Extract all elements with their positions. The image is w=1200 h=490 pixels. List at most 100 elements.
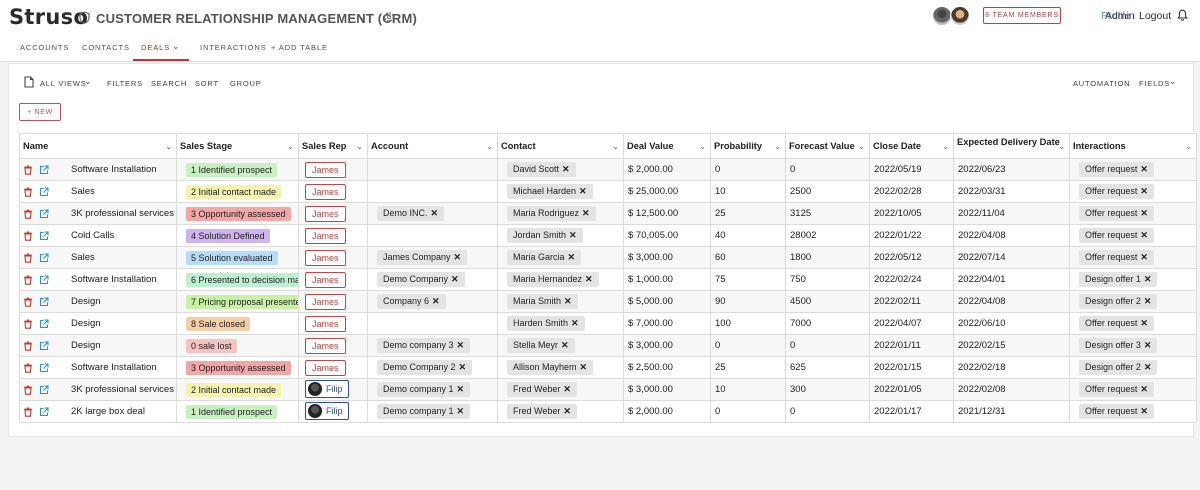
tab-interactions[interactable]: INTERACTIONS [200,43,267,52]
add-table-button[interactable]: + ADD TABLE [271,43,328,52]
sales-rep-badge[interactable]: James [305,359,346,376]
cell-interactions[interactable]: Offer request ✕ [1069,246,1197,269]
cell-contact[interactable]: Maria Hernandez ✕ [497,268,624,291]
chevron-down-icon[interactable]: ⌄ [287,142,294,151]
column-header-forecast-value[interactable]: Forecast Value ⌄ [785,133,870,159]
logout-link[interactable]: Logout [1139,10,1171,22]
remove-icon[interactable]: ✕ [1140,384,1148,394]
cell-forecast-value[interactable]: 7000 [785,312,870,335]
cell-account[interactable] [367,224,498,247]
cell-sales-stage[interactable]: 8 Sale closed [176,312,299,335]
interaction-chip[interactable]: Offer request ✕ [1079,228,1154,243]
cell-forecast-value[interactable]: 625 [785,356,870,379]
cell-account[interactable]: Company 6 ✕ [367,290,498,313]
cell-deal-value[interactable]: $ 3,000.00 [623,246,711,269]
remove-icon[interactable]: ✕ [1140,164,1148,174]
cell-account[interactable]: Demo company 1 ✕ [367,400,498,423]
open-record-icon[interactable] [39,340,49,351]
cell-expected-delivery-date[interactable]: 2022/02/08 [953,378,1070,401]
cell-probability[interactable]: 0 [710,158,786,181]
cell-close-date[interactable]: 2022/02/11 [869,290,954,313]
cell-name[interactable]: 2K large box deal [19,400,177,423]
remove-icon[interactable]: ✕ [563,384,571,394]
interaction-chip[interactable]: Offer request ✕ [1079,404,1154,419]
cell-sales-stage[interactable]: 5 Solution evaluated [176,246,299,269]
cell-expected-delivery-date[interactable]: 2022/04/01 [953,268,1070,291]
cell-interactions[interactable]: Design offer 2 ✕ [1069,356,1197,379]
cell-name[interactable]: Software Installation [19,356,177,379]
cell-sales-rep[interactable]: James [298,290,368,313]
remove-icon[interactable]: ✕ [457,384,465,394]
cell-deal-value[interactable]: $ 25,000.00 [623,180,711,203]
column-header-probability[interactable]: Probability ⌄ [710,133,786,159]
cell-deal-value[interactable]: $ 1,000.00 [623,268,711,291]
column-header-account[interactable]: Account ⌄ [367,133,498,159]
chevron-down-icon[interactable]: ⌄ [858,142,865,151]
remove-icon[interactable]: ✕ [1144,362,1152,372]
cell-sales-rep[interactable]: James [298,268,368,291]
account-chip[interactable]: Demo INC. ✕ [377,206,445,221]
cell-account[interactable]: James Company ✕ [367,246,498,269]
cell-contact[interactable]: Maria Rodriguez ✕ [497,202,624,225]
account-chip[interactable]: Company 6 ✕ [377,294,446,309]
cell-contact[interactable]: Fred Weber ✕ [497,378,624,401]
cell-contact[interactable]: Fred Weber ✕ [497,400,624,423]
cell-interactions[interactable]: Offer request ✕ [1069,158,1197,181]
cell-close-date[interactable]: 2022/02/28 [869,180,954,203]
remove-icon[interactable]: ✕ [1140,252,1148,262]
cell-contact[interactable]: David Scott ✕ [497,158,624,181]
open-record-icon[interactable] [39,406,49,417]
cell-sales-rep[interactable]: James [298,180,368,203]
table-row[interactable]: Cold Calls 4 Solution Defined James Jordan … [19,224,1197,247]
cell-sales-rep[interactable]: James [298,224,368,247]
cell-expected-delivery-date[interactable]: 2022/06/23 [953,158,1070,181]
open-record-icon[interactable] [39,384,49,395]
cell-sales-stage[interactable]: 2 Initial contact made [176,378,299,401]
cell-close-date[interactable]: 2022/01/17 [869,400,954,423]
table-row[interactable]: Design 7 Pricing proposal presented James C… [19,290,1197,313]
open-record-icon[interactable] [39,318,49,329]
account-chip[interactable]: Demo company 1 ✕ [377,404,471,419]
chevron-down-icon[interactable]: ⌄ [942,142,949,151]
cell-interactions[interactable]: Offer request ✕ [1069,180,1197,203]
trash-icon[interactable] [23,384,33,395]
open-record-icon[interactable] [39,274,49,285]
remove-icon[interactable]: ✕ [569,230,577,240]
remove-icon[interactable]: ✕ [1140,186,1148,196]
cell-sales-rep[interactable]: James [298,158,368,181]
admin-link[interactable]: Admin [1105,10,1135,22]
chevron-down-icon[interactable]: ⌄ [359,12,367,23]
contact-chip[interactable]: Maria Rodriguez ✕ [507,206,596,221]
trash-icon[interactable] [23,362,33,373]
cell-sales-stage[interactable]: 3 Opportunity assessed [176,202,299,225]
cell-close-date[interactable]: 2022/01/22 [869,224,954,247]
interaction-chip[interactable]: Design offer 1 ✕ [1079,272,1158,287]
account-chip[interactable]: James Company ✕ [377,250,468,265]
cell-sales-stage[interactable]: 2 Initial contact made [176,180,299,203]
cell-expected-delivery-date[interactable]: 2022/04/08 [953,290,1070,313]
contact-chip[interactable]: David Scott ✕ [507,162,576,177]
cell-forecast-value[interactable]: 2500 [785,180,870,203]
cell-interactions[interactable]: Offer request ✕ [1069,224,1197,247]
cell-sales-stage[interactable]: 0 sale lost [176,334,299,357]
chevron-down-icon[interactable]: ⌄ [1058,142,1065,151]
column-header-deal-value[interactable]: Deal Value ⌄ [623,133,711,159]
bell-icon[interactable] [1177,9,1188,21]
sales-rep-badge[interactable]: James [305,161,346,178]
trash-icon[interactable] [23,186,33,197]
cell-account[interactable] [367,180,498,203]
interaction-chip[interactable]: Design offer 2 ✕ [1079,360,1158,375]
cell-probability[interactable]: 90 [710,290,786,313]
cell-sales-rep[interactable]: James [298,202,368,225]
remove-icon[interactable]: ✕ [432,296,440,306]
gear-icon[interactable] [383,11,395,23]
sales-rep-badge[interactable]: James [305,183,346,200]
remove-icon[interactable]: ✕ [582,208,590,218]
cell-contact[interactable]: Allison Mayhem ✕ [497,356,624,379]
cell-expected-delivery-date[interactable]: 2022/03/31 [953,180,1070,203]
cell-expected-delivery-date[interactable]: 2022/07/14 [953,246,1070,269]
cell-interactions[interactable]: Design offer 2 ✕ [1069,290,1197,313]
new-record-button[interactable]: + NEW [19,103,61,121]
cell-forecast-value[interactable]: 0 [785,158,870,181]
sales-rep-badge[interactable]: James [305,271,346,288]
